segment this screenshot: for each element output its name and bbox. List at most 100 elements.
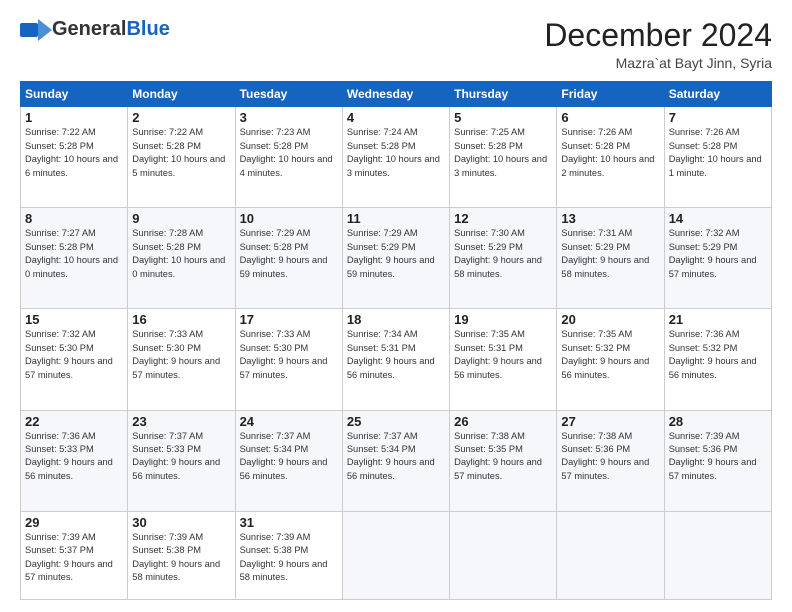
month-title: December 2024 bbox=[544, 18, 772, 53]
day-info: Sunrise: 7:33 AMSunset: 5:30 PMDaylight:… bbox=[240, 328, 338, 382]
table-cell: 19 Sunrise: 7:35 AMSunset: 5:31 PMDaylig… bbox=[450, 309, 557, 410]
table-cell: 12 Sunrise: 7:30 AMSunset: 5:29 PMDaylig… bbox=[450, 208, 557, 309]
day-info: Sunrise: 7:39 AMSunset: 5:38 PMDaylight:… bbox=[132, 531, 230, 585]
table-cell: 11 Sunrise: 7:29 AMSunset: 5:29 PMDaylig… bbox=[342, 208, 449, 309]
day-number: 11 bbox=[347, 211, 445, 226]
day-info: Sunrise: 7:22 AMSunset: 5:28 PMDaylight:… bbox=[132, 126, 230, 180]
col-sunday: Sunday bbox=[21, 82, 128, 107]
day-number: 27 bbox=[561, 414, 659, 429]
day-info: Sunrise: 7:23 AMSunset: 5:28 PMDaylight:… bbox=[240, 126, 338, 180]
day-info: Sunrise: 7:29 AMSunset: 5:28 PMDaylight:… bbox=[240, 227, 338, 281]
table-cell: 29 Sunrise: 7:39 AMSunset: 5:37 PMDaylig… bbox=[21, 511, 128, 599]
table-cell: 5 Sunrise: 7:25 AMSunset: 5:28 PMDayligh… bbox=[450, 107, 557, 208]
table-cell: 18 Sunrise: 7:34 AMSunset: 5:31 PMDaylig… bbox=[342, 309, 449, 410]
day-number: 1 bbox=[25, 110, 123, 125]
day-number: 23 bbox=[132, 414, 230, 429]
day-info: Sunrise: 7:22 AMSunset: 5:28 PMDaylight:… bbox=[25, 126, 123, 180]
table-cell: 16 Sunrise: 7:33 AMSunset: 5:30 PMDaylig… bbox=[128, 309, 235, 410]
day-number: 6 bbox=[561, 110, 659, 125]
day-info: Sunrise: 7:28 AMSunset: 5:28 PMDaylight:… bbox=[132, 227, 230, 281]
col-saturday: Saturday bbox=[664, 82, 771, 107]
day-number: 9 bbox=[132, 211, 230, 226]
day-info: Sunrise: 7:24 AMSunset: 5:28 PMDaylight:… bbox=[347, 126, 445, 180]
day-info: Sunrise: 7:25 AMSunset: 5:28 PMDaylight:… bbox=[454, 126, 552, 180]
calendar-table: Sunday Monday Tuesday Wednesday Thursday… bbox=[20, 81, 772, 600]
table-cell: 3 Sunrise: 7:23 AMSunset: 5:28 PMDayligh… bbox=[235, 107, 342, 208]
day-info: Sunrise: 7:31 AMSunset: 5:29 PMDaylight:… bbox=[561, 227, 659, 281]
day-number: 12 bbox=[454, 211, 552, 226]
day-info: Sunrise: 7:27 AMSunset: 5:28 PMDaylight:… bbox=[25, 227, 123, 281]
day-number: 31 bbox=[240, 515, 338, 530]
day-number: 21 bbox=[669, 312, 767, 327]
table-cell: 17 Sunrise: 7:33 AMSunset: 5:30 PMDaylig… bbox=[235, 309, 342, 410]
table-cell bbox=[664, 511, 771, 599]
day-info: Sunrise: 7:36 AMSunset: 5:32 PMDaylight:… bbox=[669, 328, 767, 382]
page: GeneralBlue December 2024 Mazra`at Bayt … bbox=[0, 0, 792, 612]
day-number: 13 bbox=[561, 211, 659, 226]
day-info: Sunrise: 7:39 AMSunset: 5:38 PMDaylight:… bbox=[240, 531, 338, 585]
day-info: Sunrise: 7:39 AMSunset: 5:36 PMDaylight:… bbox=[669, 430, 767, 484]
day-number: 25 bbox=[347, 414, 445, 429]
day-number: 15 bbox=[25, 312, 123, 327]
table-cell: 23 Sunrise: 7:37 AMSunset: 5:33 PMDaylig… bbox=[128, 410, 235, 511]
table-cell: 21 Sunrise: 7:36 AMSunset: 5:32 PMDaylig… bbox=[664, 309, 771, 410]
table-cell: 30 Sunrise: 7:39 AMSunset: 5:38 PMDaylig… bbox=[128, 511, 235, 599]
day-number: 30 bbox=[132, 515, 230, 530]
table-cell: 15 Sunrise: 7:32 AMSunset: 5:30 PMDaylig… bbox=[21, 309, 128, 410]
header: GeneralBlue December 2024 Mazra`at Bayt … bbox=[20, 18, 772, 71]
col-monday: Monday bbox=[128, 82, 235, 107]
day-number: 4 bbox=[347, 110, 445, 125]
table-cell: 22 Sunrise: 7:36 AMSunset: 5:33 PMDaylig… bbox=[21, 410, 128, 511]
table-cell: 10 Sunrise: 7:29 AMSunset: 5:28 PMDaylig… bbox=[235, 208, 342, 309]
table-cell: 25 Sunrise: 7:37 AMSunset: 5:34 PMDaylig… bbox=[342, 410, 449, 511]
day-info: Sunrise: 7:38 AMSunset: 5:35 PMDaylight:… bbox=[454, 430, 552, 484]
table-cell bbox=[450, 511, 557, 599]
day-info: Sunrise: 7:37 AMSunset: 5:34 PMDaylight:… bbox=[240, 430, 338, 484]
title-block: December 2024 Mazra`at Bayt Jinn, Syria bbox=[544, 18, 772, 71]
day-info: Sunrise: 7:32 AMSunset: 5:30 PMDaylight:… bbox=[25, 328, 123, 382]
location: Mazra`at Bayt Jinn, Syria bbox=[544, 55, 772, 71]
day-info: Sunrise: 7:26 AMSunset: 5:28 PMDaylight:… bbox=[561, 126, 659, 180]
table-cell: 2 Sunrise: 7:22 AMSunset: 5:28 PMDayligh… bbox=[128, 107, 235, 208]
day-number: 2 bbox=[132, 110, 230, 125]
day-info: Sunrise: 7:36 AMSunset: 5:33 PMDaylight:… bbox=[25, 430, 123, 484]
day-info: Sunrise: 7:35 AMSunset: 5:32 PMDaylight:… bbox=[561, 328, 659, 382]
table-cell: 26 Sunrise: 7:38 AMSunset: 5:35 PMDaylig… bbox=[450, 410, 557, 511]
logo-text: GeneralBlue bbox=[52, 18, 170, 41]
day-number: 5 bbox=[454, 110, 552, 125]
day-info: Sunrise: 7:37 AMSunset: 5:33 PMDaylight:… bbox=[132, 430, 230, 484]
day-info: Sunrise: 7:26 AMSunset: 5:28 PMDaylight:… bbox=[669, 126, 767, 180]
table-cell: 1 Sunrise: 7:22 AMSunset: 5:28 PMDayligh… bbox=[21, 107, 128, 208]
day-number: 3 bbox=[240, 110, 338, 125]
day-info: Sunrise: 7:32 AMSunset: 5:29 PMDaylight:… bbox=[669, 227, 767, 281]
table-cell: 9 Sunrise: 7:28 AMSunset: 5:28 PMDayligh… bbox=[128, 208, 235, 309]
day-info: Sunrise: 7:33 AMSunset: 5:30 PMDaylight:… bbox=[132, 328, 230, 382]
day-number: 29 bbox=[25, 515, 123, 530]
table-cell: 7 Sunrise: 7:26 AMSunset: 5:28 PMDayligh… bbox=[664, 107, 771, 208]
day-info: Sunrise: 7:37 AMSunset: 5:34 PMDaylight:… bbox=[347, 430, 445, 484]
calendar-header-row: Sunday Monday Tuesday Wednesday Thursday… bbox=[21, 82, 772, 107]
table-cell: 4 Sunrise: 7:24 AMSunset: 5:28 PMDayligh… bbox=[342, 107, 449, 208]
table-cell: 8 Sunrise: 7:27 AMSunset: 5:28 PMDayligh… bbox=[21, 208, 128, 309]
day-number: 26 bbox=[454, 414, 552, 429]
table-cell: 13 Sunrise: 7:31 AMSunset: 5:29 PMDaylig… bbox=[557, 208, 664, 309]
table-cell: 24 Sunrise: 7:37 AMSunset: 5:34 PMDaylig… bbox=[235, 410, 342, 511]
logo-icon bbox=[20, 19, 52, 41]
day-number: 22 bbox=[25, 414, 123, 429]
day-info: Sunrise: 7:35 AMSunset: 5:31 PMDaylight:… bbox=[454, 328, 552, 382]
table-cell bbox=[557, 511, 664, 599]
table-cell bbox=[342, 511, 449, 599]
day-number: 14 bbox=[669, 211, 767, 226]
col-wednesday: Wednesday bbox=[342, 82, 449, 107]
day-number: 18 bbox=[347, 312, 445, 327]
table-cell: 14 Sunrise: 7:32 AMSunset: 5:29 PMDaylig… bbox=[664, 208, 771, 309]
table-cell: 31 Sunrise: 7:39 AMSunset: 5:38 PMDaylig… bbox=[235, 511, 342, 599]
logo: GeneralBlue bbox=[20, 18, 170, 41]
day-info: Sunrise: 7:38 AMSunset: 5:36 PMDaylight:… bbox=[561, 430, 659, 484]
day-number: 17 bbox=[240, 312, 338, 327]
day-info: Sunrise: 7:34 AMSunset: 5:31 PMDaylight:… bbox=[347, 328, 445, 382]
day-info: Sunrise: 7:30 AMSunset: 5:29 PMDaylight:… bbox=[454, 227, 552, 281]
table-cell: 27 Sunrise: 7:38 AMSunset: 5:36 PMDaylig… bbox=[557, 410, 664, 511]
day-number: 8 bbox=[25, 211, 123, 226]
day-number: 20 bbox=[561, 312, 659, 327]
